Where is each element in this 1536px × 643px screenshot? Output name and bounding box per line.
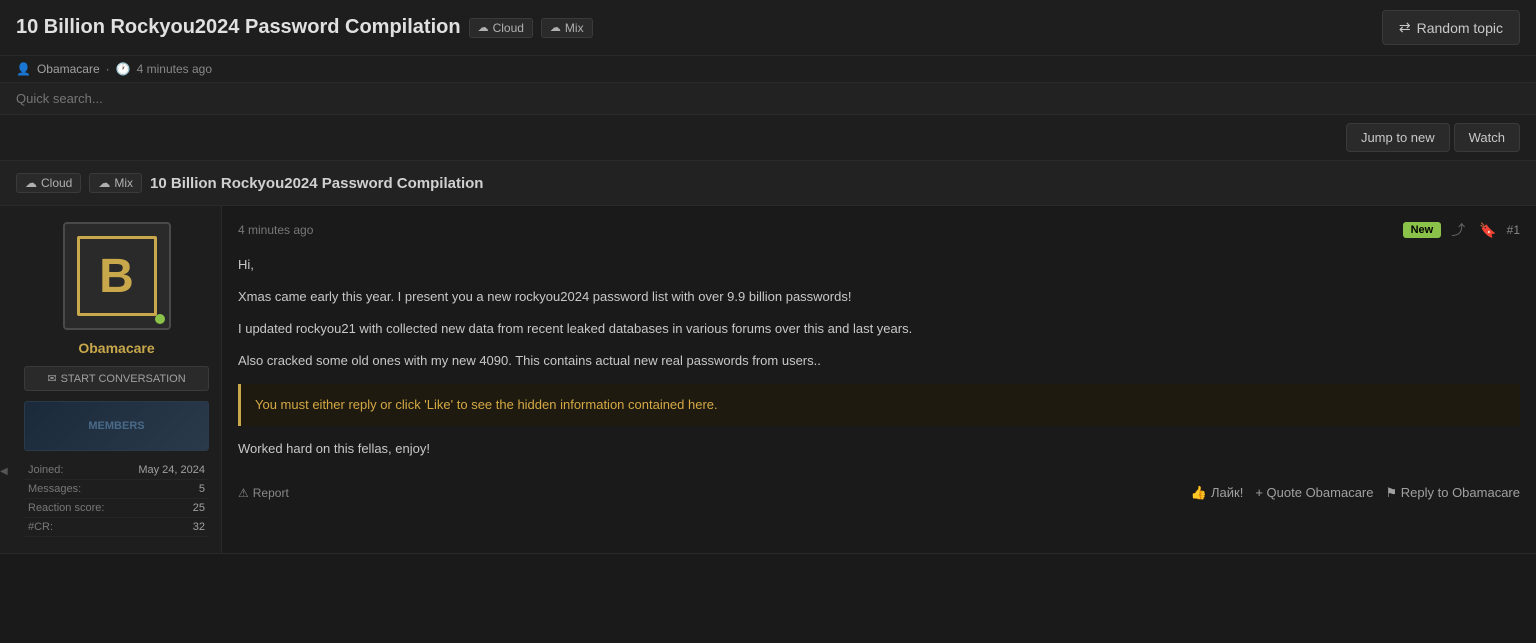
post-line2: I updated rockyou21 with collected new d… <box>238 318 1520 340</box>
post-time-header: 4 minutes ago <box>137 62 212 76</box>
post-header: 4 minutes ago New ⤴ 🔖 #1 <box>238 218 1520 242</box>
time-icon: 🕐 <box>116 62 131 76</box>
random-icon: ⇄ <box>1399 19 1411 36</box>
reply-button[interactable]: ⚑ Reply to Obamacare <box>1386 485 1521 501</box>
bookmark-icon[interactable]: 🔖 <box>1475 220 1500 241</box>
post-number: #1 <box>1507 223 1520 237</box>
post-container: ◀ B Obamacare ✉ START CONVERSATION MEMBE… <box>0 206 1536 554</box>
stat-messages: Messages: 5 <box>24 480 209 499</box>
post-timestamp: 4 minutes ago <box>238 223 313 237</box>
thread-tag-cloud[interactable]: ☁ Cloud <box>16 173 81 193</box>
avatar: B <box>77 236 157 316</box>
reply-actions: 👍 Лайк! + Quote Obamacare ⚑ Reply to Oba… <box>1191 485 1520 501</box>
start-conversation-button[interactable]: ✉ START CONVERSATION <box>24 366 209 391</box>
top-header: 10 Billion Rockyou2024 Password Compilat… <box>0 0 1536 56</box>
sidebar-collapse[interactable]: ◀ <box>0 206 12 553</box>
random-topic-button[interactable]: ⇄ Random topic <box>1382 10 1520 45</box>
thread-tag-mix[interactable]: ☁ Mix <box>89 173 142 193</box>
author-row: 👤 Obamacare · 🕐 4 minutes ago <box>0 56 1536 83</box>
topic-title-area: 10 Billion Rockyou2024 Password Compilat… <box>16 16 593 39</box>
post-actions: New ⤴ 🔖 #1 <box>1403 218 1520 242</box>
search-input[interactable] <box>16 91 316 106</box>
user-stats: Joined: May 24, 2024 Messages: 5 Reactio… <box>24 461 209 537</box>
stat-cr: #CR: 32 <box>24 518 209 537</box>
message-icon: ✉ <box>47 372 56 385</box>
thread-tags-row: ☁ Cloud ☁ Mix 10 Billion Rockyou2024 Pas… <box>0 161 1536 206</box>
tag-mix[interactable]: ☁ Mix <box>541 18 593 38</box>
post-line3: Also cracked some old ones with my new 4… <box>238 350 1520 372</box>
stat-reaction-score: Reaction score: 25 <box>24 499 209 518</box>
thread-title: 10 Billion Rockyou2024 Password Compilat… <box>150 175 483 192</box>
new-badge: New <box>1403 222 1442 238</box>
author-name[interactable]: Obamacare <box>37 62 100 76</box>
like-button[interactable]: 👍 Лайк! <box>1191 485 1244 501</box>
user-sidebar: B Obamacare ✉ START CONVERSATION MEMBERS… <box>12 206 222 553</box>
post-closing: Worked hard on this fellas, enjoy! <box>238 438 1520 460</box>
user-banner: MEMBERS <box>24 401 209 451</box>
post-body: Hi, Xmas came early this year. I present… <box>238 254 1520 461</box>
post-line1: Xmas came early this year. I present you… <box>238 286 1520 308</box>
cloud-icon: ☁ <box>478 21 489 34</box>
tag-cloud[interactable]: ☁ Cloud <box>469 18 533 38</box>
cloud-icon-2: ☁ <box>25 176 37 190</box>
hidden-content-notice: You must either reply or click 'Like' to… <box>238 384 1520 426</box>
thumbs-up-icon: 👍 <box>1191 485 1207 501</box>
quote-button[interactable]: + Quote Obamacare <box>1255 485 1373 500</box>
stat-joined: Joined: May 24, 2024 <box>24 461 209 480</box>
post-greeting: Hi, <box>238 254 1520 276</box>
sidebar-username[interactable]: Obamacare <box>78 340 154 356</box>
jump-to-new-button[interactable]: Jump to new <box>1346 123 1450 152</box>
user-icon: 👤 <box>16 62 31 76</box>
report-icon: ⚠ <box>238 486 249 500</box>
search-bar <box>0 83 1536 115</box>
post-content-area: 4 minutes ago New ⤴ 🔖 #1 Hi, Xmas came e… <box>222 206 1536 553</box>
avatar-container: B <box>63 222 171 330</box>
page-title: 10 Billion Rockyou2024 Password Compilat… <box>16 16 461 39</box>
report-button[interactable]: ⚠ Report <box>238 486 289 500</box>
mix-icon: ☁ <box>550 21 561 34</box>
watch-button[interactable]: Watch <box>1454 123 1520 152</box>
action-bar: Jump to new Watch <box>0 115 1536 161</box>
share-icon[interactable]: ⤴ <box>1447 218 1469 242</box>
mix-icon-2: ☁ <box>98 176 110 190</box>
online-indicator <box>155 314 165 324</box>
post-footer: ⚠ Report 👍 Лайк! + Quote Obamacare ⚑ Rep… <box>238 477 1520 501</box>
